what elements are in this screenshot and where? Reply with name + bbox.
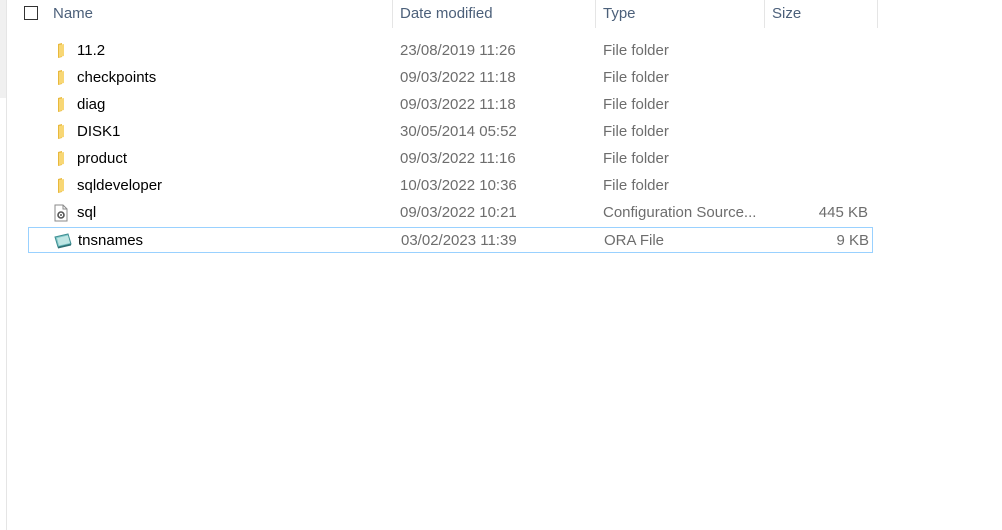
file-date-modified: 30/05/2014 05:52 <box>400 123 517 140</box>
file-type: File folder <box>603 123 669 140</box>
column-header-date-modified[interactable]: Date modified <box>400 0 595 28</box>
folder-icon <box>52 177 70 195</box>
vertical-scrollbar[interactable] <box>0 0 7 530</box>
file-type: Configuration Source... <box>603 204 757 221</box>
column-divider[interactable] <box>764 0 765 28</box>
file-type: ORA File <box>604 232 665 249</box>
config-file-icon <box>52 204 70 222</box>
folder-icon <box>52 96 70 114</box>
folder-icon <box>52 69 70 87</box>
file-name: tnsnames <box>78 232 144 249</box>
folder-icon <box>52 42 70 60</box>
file-name: 11.2 <box>77 42 106 59</box>
column-header-type[interactable]: Type <box>603 0 763 28</box>
file-date-modified: 10/03/2022 10:36 <box>400 177 517 194</box>
file-date-modified: 09/03/2022 11:18 <box>400 69 516 86</box>
folder-icon <box>52 150 70 168</box>
file-size <box>768 119 868 145</box>
file-date-modified: 09/03/2022 10:21 <box>400 204 517 221</box>
file-date-modified: 23/08/2019 11:26 <box>400 42 516 59</box>
file-date-modified: 09/03/2022 11:16 <box>400 150 516 167</box>
select-all-checkbox[interactable] <box>24 6 38 20</box>
file-name: product <box>77 150 128 167</box>
column-header-name[interactable]: Name <box>53 0 391 28</box>
file-size <box>768 65 868 91</box>
file-date-modified: 09/03/2022 11:18 <box>400 96 516 113</box>
file-date-modified: 03/02/2023 11:39 <box>401 232 517 249</box>
file-row[interactable]: diag 09/03/2022 11:18 File folder <box>28 92 873 118</box>
folder-icon <box>52 123 70 141</box>
file-type: File folder <box>603 150 669 167</box>
file-size <box>768 173 868 199</box>
file-name: checkpoints <box>77 69 157 86</box>
file-name: sqldeveloper <box>77 177 163 194</box>
file-type: File folder <box>603 69 669 86</box>
ora-file-icon <box>53 232 72 250</box>
file-row-selected[interactable]: tnsnames 03/02/2023 11:39 ORA File 9 KB <box>28 227 873 253</box>
file-row[interactable]: DISK1 30/05/2014 05:52 File folder <box>28 119 873 145</box>
file-size: 445 KB <box>818 204 868 221</box>
file-row[interactable]: 11.2 23/08/2019 11:26 File folder <box>28 38 873 64</box>
file-row[interactable]: sql 09/03/2022 10:21 Configuration Sourc… <box>28 200 873 226</box>
column-divider[interactable] <box>392 0 393 28</box>
column-divider[interactable] <box>595 0 596 28</box>
column-header-bar: ˇ Name Date modified Type Size <box>0 0 1002 28</box>
file-type: File folder <box>603 96 669 113</box>
file-size <box>768 38 868 64</box>
file-size <box>768 146 868 172</box>
column-divider[interactable] <box>877 0 878 28</box>
file-name: DISK1 <box>77 123 121 140</box>
file-size <box>768 92 868 118</box>
file-type: File folder <box>603 177 669 194</box>
file-size: 9 KB <box>836 232 869 249</box>
column-header-size[interactable]: Size <box>772 0 877 28</box>
file-name: diag <box>77 96 106 113</box>
file-row[interactable]: product 09/03/2022 11:16 File folder <box>28 146 873 172</box>
file-name: sql <box>77 204 97 221</box>
file-type: File folder <box>603 42 669 59</box>
file-row[interactable]: sqldeveloper 10/03/2022 10:36 File folde… <box>28 173 873 199</box>
file-row[interactable]: checkpoints 09/03/2022 11:18 File folder <box>28 65 873 91</box>
